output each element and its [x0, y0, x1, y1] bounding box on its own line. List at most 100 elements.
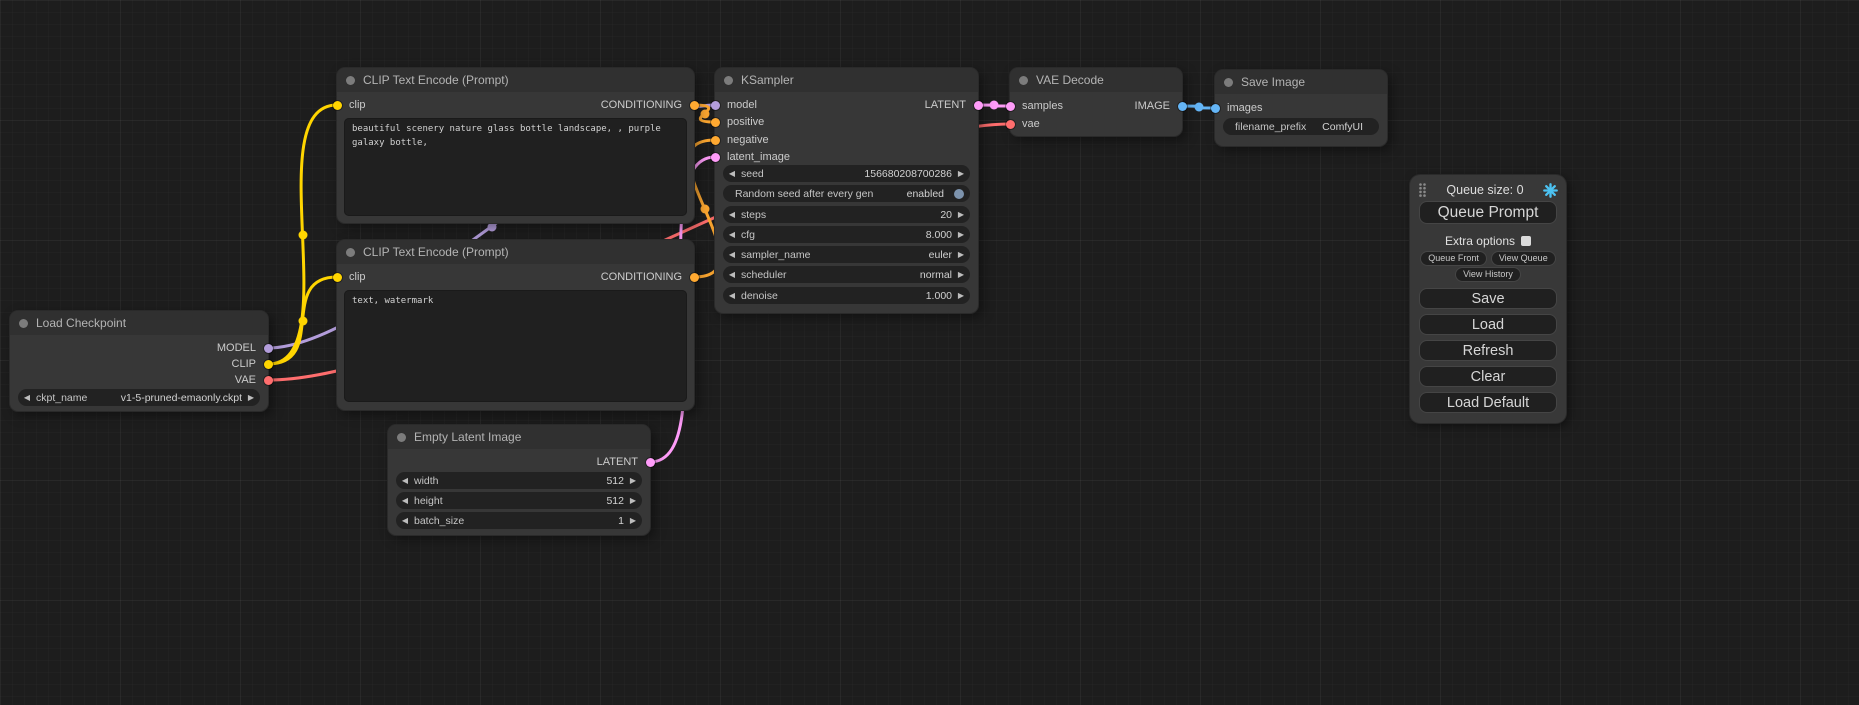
collapse-dot-icon[interactable]	[19, 319, 28, 328]
increment-arrow-icon[interactable]: ▶	[952, 206, 970, 223]
negative-input-port[interactable]	[711, 136, 720, 145]
node-empty-latent-image[interactable]: Empty Latent Image LATENT ◀ width 512 ▶ …	[388, 425, 650, 535]
collapse-dot-icon[interactable]	[1019, 76, 1028, 85]
output-slot-latent[interactable]: LATENT	[388, 454, 650, 470]
output-slot-conditioning[interactable]: CONDITIONING	[337, 269, 694, 285]
refresh-button[interactable]: Refresh	[1419, 340, 1557, 361]
increment-arrow-icon[interactable]: ▶	[952, 246, 970, 263]
settings-gear-icon[interactable]	[1543, 183, 1558, 198]
increment-arrow-icon[interactable]: ▶	[952, 287, 970, 304]
link-midpoint-dot[interactable]	[1195, 103, 1204, 112]
random-seed-toggle-widget[interactable]: Random seed after every gen enabled	[723, 185, 970, 202]
link-midpoint-dot[interactable]	[990, 101, 999, 110]
filename-prefix-widget[interactable]: filename_prefix ComfyUI	[1223, 118, 1379, 135]
extra-options-checkbox[interactable]	[1521, 236, 1531, 246]
input-slot-images[interactable]: images	[1215, 100, 1387, 116]
increment-arrow-icon[interactable]: ▶	[624, 472, 642, 489]
node-vae-decode[interactable]: VAE Decode samples IMAGE vae	[1010, 68, 1182, 136]
output-slot-model[interactable]: MODEL	[10, 340, 268, 356]
input-slot-latent-image[interactable]: latent_image	[715, 149, 978, 165]
clip-output-port[interactable]	[264, 360, 273, 369]
node-ksampler[interactable]: KSampler model LATENT positive negative …	[715, 68, 978, 313]
increment-arrow-icon[interactable]: ▶	[952, 165, 970, 182]
latent-output-port[interactable]	[974, 101, 983, 110]
load-button[interactable]: Load	[1419, 314, 1557, 335]
decrement-arrow-icon[interactable]: ◀	[723, 287, 741, 304]
node-canvas[interactable]: Load Checkpoint MODEL CLIP VAE ◀ ckpt_na…	[0, 0, 1859, 705]
width-widget[interactable]: ◀ width 512 ▶	[396, 472, 642, 489]
steps-widget[interactable]: ◀ steps 20 ▶	[723, 206, 970, 223]
output-slot-vae[interactable]: VAE	[10, 372, 268, 388]
link-midpoint-dot[interactable]	[299, 231, 308, 240]
node-load-checkpoint[interactable]: Load Checkpoint MODEL CLIP VAE ◀ ckpt_na…	[10, 311, 268, 411]
input-slot-negative[interactable]: negative	[715, 132, 978, 148]
link-midpoint-dot[interactable]	[299, 317, 308, 326]
latent-image-input-port[interactable]	[711, 153, 720, 162]
decrement-arrow-icon[interactable]: ◀	[723, 226, 741, 243]
save-button[interactable]: Save	[1419, 288, 1557, 309]
collapse-dot-icon[interactable]	[1224, 78, 1233, 87]
decrement-arrow-icon[interactable]: ◀	[723, 165, 741, 182]
node-title-bar[interactable]: KSampler	[715, 68, 978, 92]
prompt-textarea[interactable]: text, watermark	[344, 290, 687, 402]
ckpt-name-widget[interactable]: ◀ ckpt_name v1-5-pruned-emaonly.ckpt ▶	[18, 389, 260, 406]
link-midpoint-dot[interactable]	[488, 223, 497, 232]
node-title-bar[interactable]: Load Checkpoint	[10, 311, 268, 335]
sampler-name-widget[interactable]: ◀ sampler_name euler ▶	[723, 246, 970, 263]
view-history-button[interactable]: View History	[1455, 267, 1521, 282]
output-slot-image[interactable]: IMAGE	[1010, 98, 1182, 114]
vae-output-port[interactable]	[264, 376, 273, 385]
node-title-bar[interactable]: VAE Decode	[1010, 68, 1182, 92]
cfg-widget[interactable]: ◀ cfg 8.000 ▶	[723, 226, 970, 243]
increment-arrow-icon[interactable]: ▶	[624, 492, 642, 509]
drag-handle-icon[interactable]	[1418, 182, 1427, 198]
increment-arrow-icon[interactable]: ▶	[952, 226, 970, 243]
node-title-bar[interactable]: CLIP Text Encode (Prompt)	[337, 240, 694, 264]
conditioning-output-port[interactable]	[690, 273, 699, 282]
load-default-button[interactable]: Load Default	[1419, 392, 1557, 413]
input-slot-positive[interactable]: positive	[715, 114, 978, 130]
vae-input-port[interactable]	[1006, 120, 1015, 129]
decrement-arrow-icon[interactable]: ◀	[723, 206, 741, 223]
node-title-bar[interactable]: CLIP Text Encode (Prompt)	[337, 68, 694, 92]
node-clip-text-encode-negative[interactable]: CLIP Text Encode (Prompt) clip CONDITION…	[337, 240, 694, 410]
link-midpoint-dot[interactable]	[701, 205, 710, 214]
clear-button[interactable]: Clear	[1419, 366, 1557, 387]
collapse-dot-icon[interactable]	[346, 76, 355, 85]
link-midpoint-dot[interactable]	[701, 110, 710, 119]
node-clip-text-encode-positive[interactable]: CLIP Text Encode (Prompt) clip CONDITION…	[337, 68, 694, 223]
decrement-arrow-icon[interactable]: ◀	[396, 472, 414, 489]
collapse-dot-icon[interactable]	[724, 76, 733, 85]
collapse-dot-icon[interactable]	[397, 433, 406, 442]
queue-prompt-button[interactable]: Queue Prompt	[1419, 201, 1557, 224]
increment-arrow-icon[interactable]: ▶	[952, 266, 970, 283]
prompt-textarea[interactable]: beautiful scenery nature glass bottle la…	[344, 118, 687, 216]
node-title-bar[interactable]: Empty Latent Image	[388, 425, 650, 449]
toggle-dot-icon[interactable]	[954, 189, 964, 199]
output-slot-conditioning[interactable]: CONDITIONING	[337, 97, 694, 113]
output-slot-latent[interactable]: LATENT	[715, 97, 978, 113]
output-slot-clip[interactable]: CLIP	[10, 356, 268, 372]
decrement-arrow-icon[interactable]: ◀	[723, 246, 741, 263]
image-output-port[interactable]	[1178, 102, 1187, 111]
height-widget[interactable]: ◀ height 512 ▶	[396, 492, 642, 509]
increment-arrow-icon[interactable]: ▶	[242, 389, 260, 406]
decrement-arrow-icon[interactable]: ◀	[396, 492, 414, 509]
scheduler-widget[interactable]: ◀ scheduler normal ▶	[723, 266, 970, 283]
model-output-port[interactable]	[264, 344, 273, 353]
decrement-arrow-icon[interactable]: ◀	[723, 266, 741, 283]
positive-input-port[interactable]	[711, 118, 720, 127]
conditioning-output-port[interactable]	[690, 101, 699, 110]
images-input-port[interactable]	[1211, 104, 1220, 113]
decrement-arrow-icon[interactable]: ◀	[18, 389, 36, 406]
node-save-image[interactable]: Save Image images filename_prefix ComfyU…	[1215, 70, 1387, 146]
batch-size-widget[interactable]: ◀ batch_size 1 ▶	[396, 512, 642, 529]
node-title-bar[interactable]: Save Image	[1215, 70, 1387, 94]
collapse-dot-icon[interactable]	[346, 248, 355, 257]
denoise-widget[interactable]: ◀ denoise 1.000 ▶	[723, 287, 970, 304]
increment-arrow-icon[interactable]: ▶	[624, 512, 642, 529]
latent-output-port[interactable]	[646, 458, 655, 467]
decrement-arrow-icon[interactable]: ◀	[396, 512, 414, 529]
input-slot-vae[interactable]: vae	[1010, 116, 1182, 132]
seed-widget[interactable]: ◀ seed 156680208700286 ▶	[723, 165, 970, 182]
